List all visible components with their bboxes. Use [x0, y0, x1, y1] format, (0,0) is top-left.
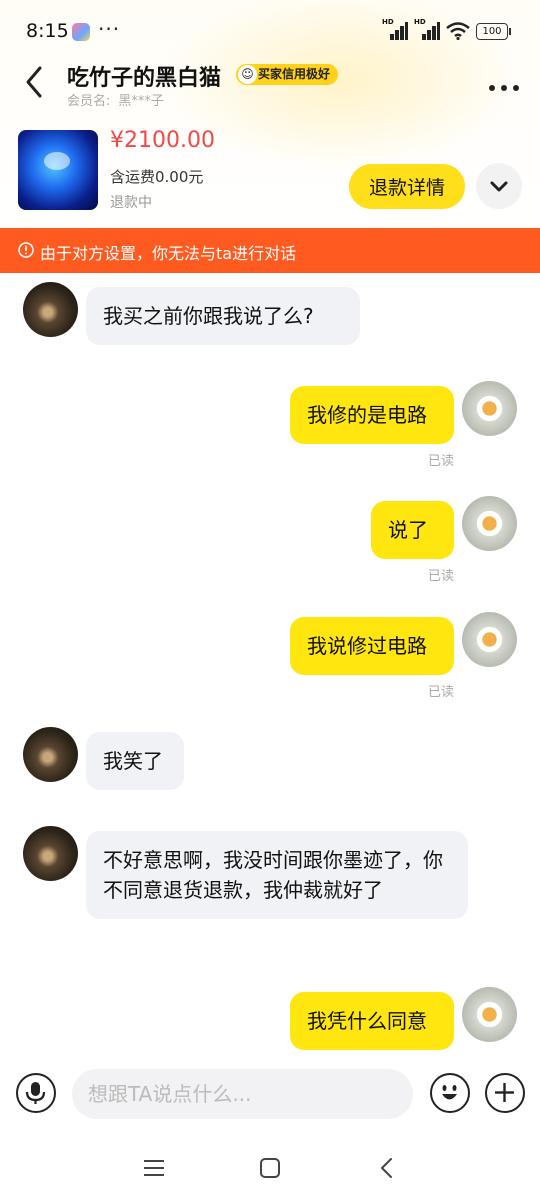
my-avatar[interactable] [462, 612, 517, 667]
message-bubble-outgoing[interactable]: 我凭什么同意 [290, 992, 454, 1050]
alert-circle-icon [18, 242, 34, 258]
member-label: 会员名: [67, 94, 111, 109]
signal-icon: HD [382, 18, 408, 40]
notice-banner: 由于对方设置，你无法与ta进行对话 [0, 228, 540, 273]
read-status: 已读 [427, 454, 454, 469]
app-icon [72, 23, 90, 41]
my-avatar[interactable] [462, 987, 517, 1042]
emoji-button[interactable] [430, 1073, 470, 1113]
chat-list[interactable]: 我买之前你跟我说了么? 我修的是电路 已读 说了 已读 我说修过电路 已读 我笑… [0, 273, 540, 1060]
credit-badge: ☺ 买家信用极好 [236, 64, 339, 85]
member-name: 黑***子 [118, 94, 164, 109]
wifi-icon [446, 22, 470, 40]
message-input[interactable] [72, 1069, 413, 1119]
menu-icon [144, 1160, 164, 1176]
contact-avatar[interactable] [23, 826, 78, 881]
expand-button[interactable] [476, 163, 522, 209]
notice-text: 由于对方设置，你无法与ta进行对话 [40, 244, 297, 263]
message-bubble-outgoing[interactable]: 我说修过电路 [290, 617, 454, 675]
order-status: 退款中 [110, 195, 152, 211]
my-avatar[interactable] [462, 381, 517, 436]
more-button[interactable] [488, 70, 520, 98]
status-indicators: HD HD 100 [382, 18, 511, 40]
order-price: ¥2100.00 [110, 128, 215, 153]
more-options-button[interactable] [485, 1073, 525, 1113]
chevron-left-icon [26, 66, 42, 98]
plus-icon [495, 1083, 514, 1102]
member-info: 会员名: 黑***子 [67, 90, 164, 109]
signal-label: HD [414, 18, 426, 26]
home-button[interactable] [256, 1154, 284, 1182]
message-bubble-outgoing[interactable]: 说了 [371, 501, 454, 559]
read-status: 已读 [427, 569, 454, 584]
credit-badge-label: 买家信用极好 [258, 67, 331, 81]
my-avatar[interactable] [462, 496, 517, 551]
order-shipping: 含运费0.00元 [110, 168, 204, 186]
message-bubble-incoming[interactable]: 我笑了 [86, 732, 184, 790]
more-notifications-icon: ··· [98, 17, 121, 41]
refund-details-button[interactable]: 退款详情 [349, 164, 465, 209]
emoji-icon [442, 1085, 457, 1100]
signal-label: HD [382, 18, 394, 26]
product-thumbnail[interactable] [18, 130, 98, 210]
signal-icon: HD [414, 18, 440, 40]
battery-icon: 100 [476, 22, 511, 40]
contact-avatar[interactable] [23, 727, 78, 782]
system-nav-bar [0, 1134, 540, 1200]
back-icon [381, 1158, 392, 1178]
status-time: 8:15 [26, 20, 69, 42]
emoji-face-icon: ☺ [238, 65, 257, 84]
microphone-icon [25, 1082, 46, 1104]
home-icon [260, 1158, 280, 1178]
menu-button[interactable] [140, 1154, 168, 1182]
more-icon [489, 85, 519, 91]
status-bar: 8:15 ··· HD HD 100 [0, 0, 540, 62]
chevron-down-icon [490, 181, 508, 192]
message-bubble-incoming[interactable]: 我买之前你跟我说了么? [86, 287, 360, 345]
back-button[interactable] [20, 64, 50, 100]
voice-button[interactable] [16, 1073, 56, 1113]
contact-avatar[interactable] [23, 282, 78, 337]
read-status: 已读 [427, 685, 454, 700]
input-bar [0, 1060, 540, 1134]
system-back-button[interactable] [373, 1154, 401, 1182]
message-bubble-outgoing[interactable]: 我修的是电路 [290, 386, 454, 444]
page-title: 吃竹子的黑白猫 [67, 66, 222, 91]
message-bubble-incoming[interactable]: 不好意思啊，我没时间跟你墨迹了，你不同意退货退款，我仲裁就好了 [86, 831, 468, 919]
